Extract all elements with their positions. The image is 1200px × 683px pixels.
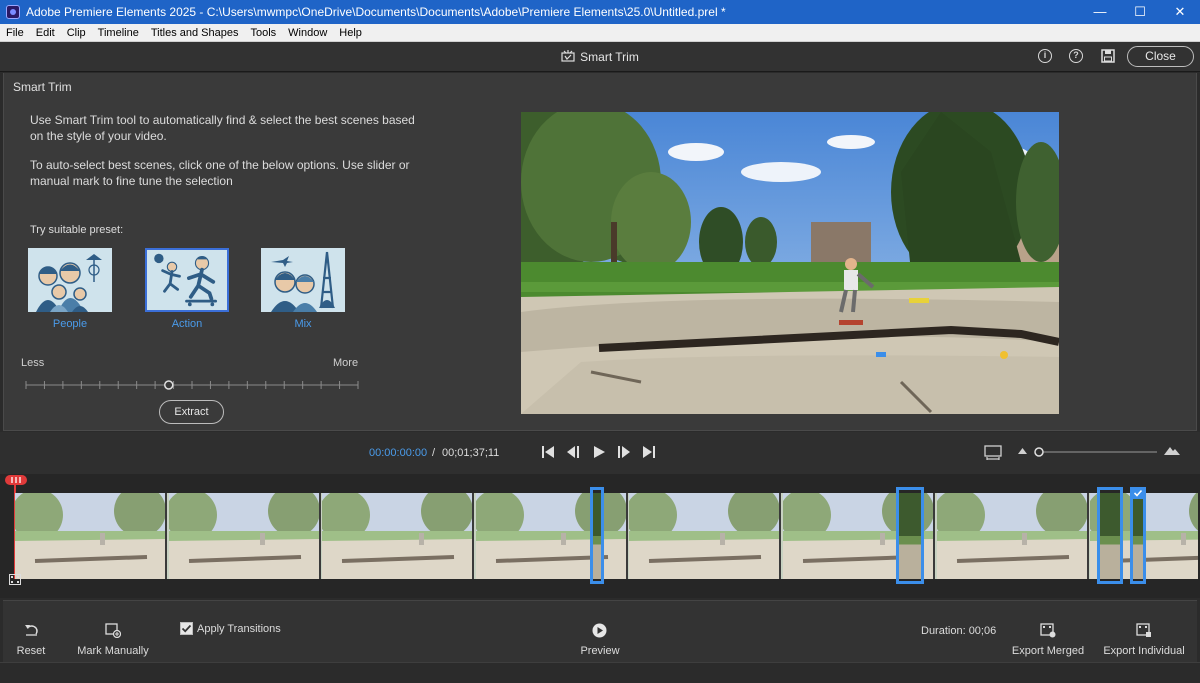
slider-more-label: More <box>333 357 359 369</box>
smart-trim-icon <box>561 50 575 62</box>
scene-amount-slider[interactable] <box>22 376 362 394</box>
scene-checked-icon[interactable] <box>1132 487 1144 499</box>
go-to-start-icon[interactable] <box>541 445 555 459</box>
window-title: Adobe Premiere Elements 2025 - C:\Users\… <box>26 5 726 19</box>
duration-readout: Duration: 00;06 <box>921 625 997 637</box>
apply-transitions-checkbox[interactable] <box>180 622 193 635</box>
zoom-out-mountain-icon[interactable] <box>1018 446 1027 455</box>
filmstrip-frame <box>322 493 474 579</box>
mix-preset-icon <box>261 248 345 312</box>
menu-help[interactable]: Help <box>333 24 368 39</box>
info-icon[interactable]: i <box>1038 49 1052 63</box>
timecode-separator: / <box>432 447 436 459</box>
header-title: Smart Trim <box>580 50 639 64</box>
smart-trim-panel: Smart Trim Use Smart Trim tool to automa… <box>3 73 1197 431</box>
preview-play-icon <box>592 623 607 638</box>
smart-trim-header: Smart Trim i ? Close <box>0 42 1200 72</box>
slider-less-label: Less <box>21 357 45 369</box>
menu-bar: File Edit Clip Timeline Titles and Shapes Too… <box>0 24 1200 42</box>
step-forward-icon[interactable] <box>617 445 631 459</box>
play-icon[interactable] <box>592 445 606 459</box>
premiere-elements-app-icon <box>6 5 20 19</box>
menu-titles-and-shapes[interactable]: Titles and Shapes <box>145 24 245 39</box>
zoom-in-mountain-icon[interactable] <box>1164 445 1180 456</box>
video-filmstrip[interactable] <box>15 493 1198 579</box>
selected-scene-marker[interactable] <box>896 487 924 584</box>
transport-bar: 00:00:00:00 / 00;01;37;11 <box>0 432 1200 474</box>
menu-timeline[interactable]: Timeline <box>92 24 145 39</box>
preset-mix-button[interactable] <box>261 248 345 312</box>
extract-button[interactable]: Extract <box>159 400 224 424</box>
description-text-2: To auto-select best scenes, click one of… <box>30 158 410 188</box>
selected-scene-marker[interactable] <box>590 487 604 584</box>
playhead-handle-icon[interactable] <box>4 474 28 486</box>
menu-file[interactable]: File <box>0 24 30 39</box>
filmstrip-frame <box>15 493 167 579</box>
filmstrip-frame <box>937 493 1089 579</box>
smart-trim-timeline[interactable] <box>0 474 1200 598</box>
video-preview <box>521 112 1059 414</box>
close-button[interactable]: Close <box>1127 46 1194 67</box>
export-merged-icon <box>1040 623 1056 638</box>
export-individual-label: Export Individual <box>1103 645 1185 657</box>
mark-manually-label: Mark Manually <box>77 645 149 657</box>
preset-heading: Try suitable preset: <box>30 224 124 236</box>
people-preset-icon <box>28 248 112 312</box>
description-text-1: Use Smart Trim tool to automatically fin… <box>30 113 415 143</box>
filmstrip-frame <box>629 493 781 579</box>
slider-thumb[interactable] <box>164 380 174 390</box>
export-merged-label: Export Merged <box>1011 645 1085 657</box>
maximize-button[interactable]: ☐ <box>1120 0 1160 24</box>
minimize-button[interactable]: — <box>1080 0 1120 24</box>
selected-scene-marker[interactable] <box>1097 487 1123 584</box>
filmstrip-frame <box>476 493 628 579</box>
preset-mix-label[interactable]: Mix <box>261 318 345 330</box>
menu-edit[interactable]: Edit <box>30 24 61 39</box>
mark-manually-icon <box>105 623 121 638</box>
preset-action-button[interactable] <box>145 248 229 312</box>
menu-clip[interactable]: Clip <box>61 24 92 39</box>
zoom-slider-thumb[interactable] <box>1034 447 1044 457</box>
step-back-icon[interactable] <box>566 445 580 459</box>
current-timecode[interactable]: 00:00:00:00 <box>369 447 427 459</box>
export-individual-icon <box>1136 623 1151 637</box>
panel-title: Smart Trim <box>13 80 72 94</box>
help-icon[interactable]: ? <box>1069 49 1083 63</box>
filmstrip-frame <box>169 493 321 579</box>
window-close-button[interactable]: ✕ <box>1160 0 1200 24</box>
selected-scene-marker[interactable] <box>1130 487 1146 584</box>
preset-people-button[interactable] <box>28 248 112 312</box>
window-titlebar: Adobe Premiere Elements 2025 - C:\Users\… <box>0 0 1200 24</box>
action-preset-icon <box>147 250 227 310</box>
go-to-end-icon[interactable] <box>642 445 656 459</box>
fit-to-view-icon[interactable] <box>984 445 1002 461</box>
total-timecode: 00;01;37;11 <box>442 447 500 459</box>
undo-icon <box>25 625 38 636</box>
bottom-action-bar: Reset Mark Manually Apply Transitions Pr… <box>3 600 1197 662</box>
reset-label: Reset <box>16 645 46 657</box>
apply-transitions-label[interactable]: Apply Transitions <box>197 623 281 635</box>
menu-window[interactable]: Window <box>282 24 333 39</box>
menu-tools[interactable]: Tools <box>244 24 282 39</box>
skatepark-video-frame <box>521 112 1059 414</box>
preset-people-label[interactable]: People <box>28 318 112 330</box>
film-track-icon <box>9 574 21 585</box>
timeline-zoom-slider[interactable] <box>1033 445 1159 459</box>
status-strip <box>0 662 1200 683</box>
preset-action-label[interactable]: Action <box>145 318 229 330</box>
preview-label: Preview <box>580 645 620 657</box>
save-icon[interactable] <box>1101 49 1115 63</box>
